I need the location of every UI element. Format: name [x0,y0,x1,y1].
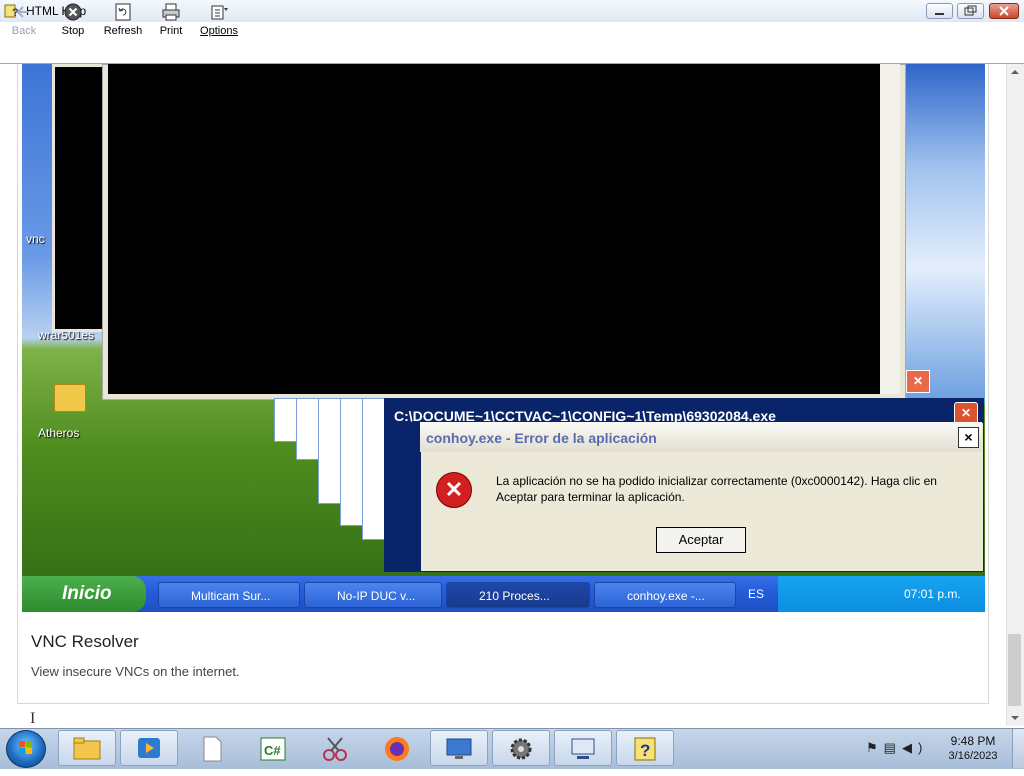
firefox-icon [385,737,409,761]
stop-label: Stop [61,25,85,37]
close-icon: × [958,427,979,448]
stacked-window [340,398,364,526]
xp-language-indicator: ES [748,587,765,601]
xp-start-button: Inicio [22,576,146,612]
error-message: La aplicación no se ha podido inicializa… [496,474,937,504]
snipping-tool-taskbar-button[interactable] [306,730,364,766]
document-taskbar-button[interactable] [182,730,240,766]
folder-icon [73,737,101,760]
media-player-icon [138,738,160,758]
item-title: VNC Resolver [31,632,139,651]
title-bar [0,0,1024,23]
minimize-icon [935,13,944,15]
minimize-button[interactable] [926,3,953,19]
xp-task-item: Multicam Sur... [158,582,300,608]
xp-clock: 07:01 p.m. [904,587,961,601]
scroll-up-icon[interactable] [1006,64,1024,80]
scrollbar-thumb[interactable] [1008,634,1021,706]
options-button[interactable]: Options [198,2,240,40]
scissors-icon [323,737,347,761]
options-icon [211,5,228,20]
scroll-down-icon[interactable] [1006,710,1024,726]
refresh-label: Refresh [103,25,143,37]
accept-button: Aceptar [656,527,746,553]
console-scrollbar [880,64,900,394]
sky-cloud [902,64,985,404]
explorer-taskbar-button[interactable] [58,730,116,766]
restore-icon [964,5,977,16]
desktop-icon-label: Atheros [38,426,80,440]
clock-time[interactable]: 9:48 PM [940,734,1006,748]
svg-text:C#: C# [264,743,281,758]
stop-icon [64,3,82,21]
show-desktop-button[interactable] [1012,729,1024,768]
settings-taskbar-button[interactable] [492,730,550,766]
firefox-taskbar-button[interactable] [368,730,426,766]
csharp-icon: C# [260,737,286,761]
error-dialog-title: conhoy.exe - Error de la aplicación [426,430,657,446]
clock-date[interactable]: 3/16/2023 [940,750,1006,762]
gear-icon [510,738,532,760]
toolbar [0,22,1024,64]
close-icon: ✕ [906,370,930,393]
maximize-button[interactable] [957,3,984,19]
system-tray[interactable]: ⚑▤◀) [866,740,928,756]
vnc-screenshot[interactable]: vnc wrar501es Atheros ✕ C:\DOCUME~1\CCTV… [22,64,985,612]
stacked-window [362,398,386,540]
refresh-button[interactable]: Refresh [102,2,144,40]
media-player-taskbar-button[interactable] [120,730,178,766]
stacked-window [274,398,298,442]
console-output [108,64,880,394]
xp-start-label: Inicio [62,583,112,604]
windows-logo-icon [19,741,32,754]
help-icon: ? [634,737,656,761]
volume-icon[interactable]: ◀) [902,740,928,755]
vertical-scrollbar[interactable] [1006,64,1024,726]
xp-task-item: No-IP DUC v... [304,582,442,608]
close-icon [999,6,1009,16]
options-label: Options [200,25,238,37]
back-arrow-icon [16,6,29,18]
desktop-icon-label: vnc [26,232,45,246]
print-label: Print [159,25,183,37]
vnc-viewer-taskbar-button[interactable] [554,730,612,766]
action-center-flag-icon[interactable]: ⚑ [866,740,884,755]
computer-icon [571,738,595,759]
close-button[interactable] [989,3,1019,19]
start-button[interactable] [6,730,46,768]
html-help-taskbar-button[interactable]: ? [616,730,674,766]
print-button[interactable]: Print [156,2,186,40]
remote-desktop-taskbar-button[interactable] [430,730,488,766]
xp-task-item: 210 Proces... [446,582,590,608]
svg-text:?: ? [640,741,650,760]
text-cursor-icon: I [30,710,36,727]
blank-document-icon [203,736,222,762]
refresh-icon [115,3,131,21]
item-description: View insecure VNCs on the internet. [31,664,240,679]
stop-button[interactable]: Stop [56,2,90,40]
csharp-taskbar-button[interactable]: C# [244,730,302,766]
error-icon: ✕ [436,472,472,508]
remote-desktop-icon [446,738,472,759]
folder-icon [54,384,86,412]
stacked-window [318,398,342,504]
network-icon[interactable]: ▤ [884,740,902,755]
back-label: Back [11,25,37,37]
xp-task-item: conhoy.exe -... [594,582,736,608]
stacked-window [296,398,320,460]
printer-icon [162,3,180,21]
back-button[interactable]: Back [6,2,42,40]
